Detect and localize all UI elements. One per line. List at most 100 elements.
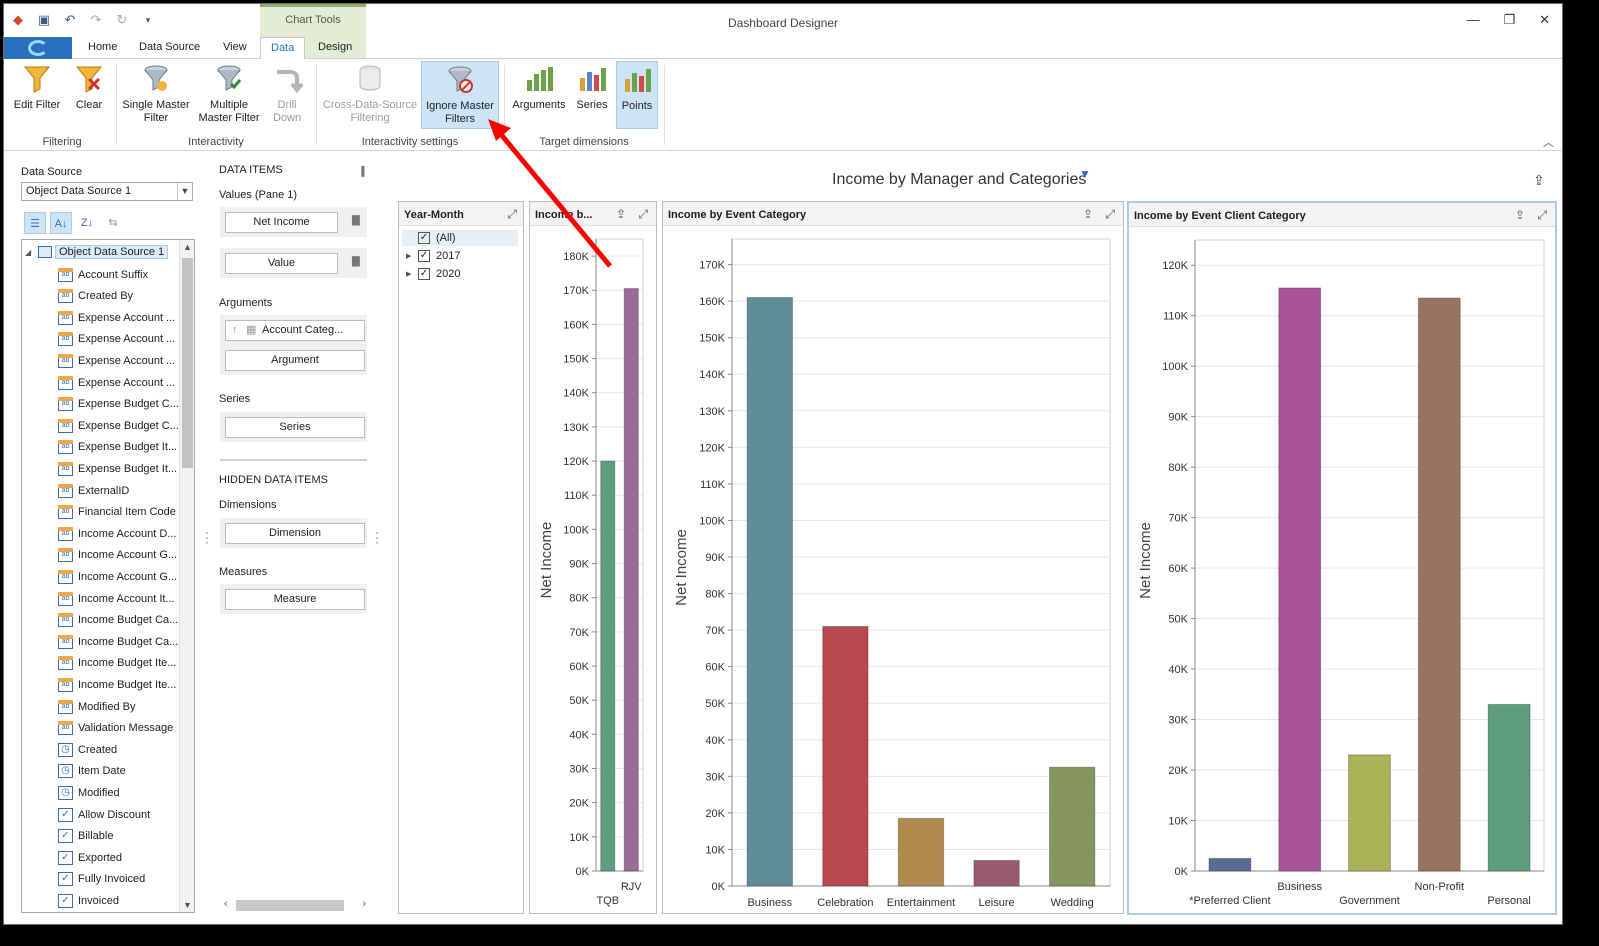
multiple-master-filter-button[interactable]: Multiple Master Filter bbox=[196, 61, 262, 129]
argument-placeholder[interactable]: Argument bbox=[225, 350, 365, 371]
scroll-left-icon[interactable]: ‹ bbox=[224, 898, 228, 910]
ignore-master-filters-button[interactable]: Ignore Master Filters bbox=[421, 61, 499, 129]
chevron-down-icon[interactable]: ▼ bbox=[177, 183, 192, 200]
cross-data-source-filtering-button[interactable]: Cross-Data-Source Filtering bbox=[322, 61, 418, 129]
checkbox-checked-icon[interactable]: ✓ bbox=[418, 232, 430, 244]
filter-item-2020[interactable]: ▶ ✓ 2020 bbox=[406, 266, 460, 282]
arguments-target-button[interactable]: Arguments bbox=[509, 61, 569, 129]
filter-item-all[interactable]: ✓ (All) bbox=[402, 230, 518, 246]
tree-field-item[interactable]: ab Income Budget Ite... bbox=[58, 653, 176, 674]
tree-field-item[interactable]: ab ExternalID bbox=[58, 480, 129, 501]
tree-field-item[interactable]: ab Account Suffix bbox=[58, 264, 148, 285]
tab-data-source[interactable]: Data Source bbox=[139, 41, 200, 53]
close-icon[interactable]: ✕ bbox=[1539, 12, 1550, 28]
clear-filter-button[interactable]: Clear bbox=[68, 61, 110, 129]
tree-field-item[interactable]: ab Expense Account ... bbox=[58, 372, 175, 393]
hscroll-thumb[interactable] bbox=[236, 900, 344, 911]
tree-field-item[interactable]: ab Income Account It... bbox=[58, 588, 175, 609]
net-income-measure[interactable]: Net Income bbox=[225, 212, 338, 233]
tree-field-item[interactable]: ab Expense Account ... bbox=[58, 329, 175, 350]
y-tick-label: 20K bbox=[705, 808, 725, 820]
tree-field-item[interactable]: ab Expense Account ... bbox=[58, 350, 175, 371]
value-placeholder[interactable]: Value bbox=[225, 253, 338, 274]
tree-field-item[interactable]: ab Validation Message bbox=[58, 718, 173, 739]
bar-series-icon[interactable]: ▇ bbox=[352, 215, 364, 229]
account-category-argument[interactable]: ↑ ▦ Account Categ... bbox=[225, 320, 365, 341]
tree-field-item[interactable]: ◷ Item Date bbox=[58, 761, 126, 782]
tree-field-item[interactable]: ab Expense Budget It... bbox=[58, 437, 177, 458]
string-field-icon: ab bbox=[58, 677, 73, 692]
maximize-item-icon[interactable]: ⤢ bbox=[507, 207, 517, 222]
tree-field-item[interactable]: ab Expense Budget It... bbox=[58, 458, 177, 479]
y-tick-label: 110K bbox=[564, 490, 590, 502]
edit-filter-button[interactable]: Edit Filter bbox=[10, 61, 64, 129]
scroll-up-icon[interactable]: ▲ bbox=[180, 242, 194, 252]
measure-placeholder-box: Measure bbox=[220, 584, 367, 614]
tree-field-item[interactable]: ab Income Budget Ca... bbox=[58, 631, 178, 652]
export-icon[interactable]: ⇪ bbox=[1533, 172, 1545, 189]
scroll-down-icon[interactable]: ▼ bbox=[180, 900, 194, 910]
chart-options-icon[interactable]: ▐ bbox=[358, 166, 364, 176]
data-source-combo[interactable]: Object Data Source 1 ▼ bbox=[21, 182, 193, 201]
single-master-filter-button[interactable]: Single Master Filter bbox=[120, 61, 192, 129]
tree-field-item[interactable]: ab Financial Item Code bbox=[58, 502, 176, 523]
sort-ascending-icon[interactable]: A↓ bbox=[50, 212, 72, 234]
tree-root[interactable]: ◢ Object Data Source 1 bbox=[25, 243, 169, 261]
filter-applied-icon[interactable]: ▼ bbox=[1079, 167, 1091, 181]
bar bbox=[600, 460, 616, 872]
tree-field-item[interactable]: ab Income Budget Ca... bbox=[58, 610, 178, 631]
tree-field-item[interactable]: ✓ Fully Invoiced bbox=[58, 869, 145, 890]
right-splitter-handle[interactable]: · · · bbox=[375, 526, 379, 548]
tree-root-label: Object Data Source 1 bbox=[55, 245, 169, 259]
tree-field-item[interactable]: ✓ Exported bbox=[58, 847, 122, 868]
tree-field-item[interactable]: ab Created By bbox=[58, 286, 133, 307]
tab-view[interactable]: View bbox=[223, 41, 247, 53]
series-placeholder[interactable]: Series bbox=[225, 417, 365, 438]
points-target-button[interactable]: Points bbox=[616, 61, 658, 129]
group-by-type-icon[interactable]: ☰ bbox=[24, 212, 46, 234]
sort-descending-icon[interactable]: Z↓ bbox=[76, 212, 98, 234]
file-menu-button[interactable] bbox=[4, 37, 72, 59]
tree-field-item[interactable]: ab Income Account G... bbox=[58, 566, 177, 587]
scroll-right-icon[interactable]: › bbox=[362, 898, 366, 910]
collapse-node-icon[interactable]: ◢ bbox=[25, 248, 35, 257]
tree-field-item[interactable]: ✓ Allow Discount bbox=[58, 804, 150, 825]
checkbox-checked-icon[interactable]: ✓ bbox=[418, 250, 430, 262]
tree-field-item[interactable]: ab Modified By bbox=[58, 696, 135, 717]
tab-design[interactable]: Design bbox=[318, 41, 352, 53]
scrollbar-thumb[interactable] bbox=[182, 258, 193, 468]
bar-series-icon[interactable]: ▇ bbox=[352, 256, 364, 270]
tree-scrollbar[interactable]: ▲ ▼ bbox=[179, 240, 194, 912]
tree-field-item[interactable]: ab Income Budget Ite... bbox=[58, 674, 176, 695]
expand-node-icon[interactable]: ▶ bbox=[406, 252, 411, 260]
tree-field-item[interactable]: ab Income Account D... bbox=[58, 523, 176, 544]
drill-down-button[interactable]: Drill Down bbox=[266, 61, 308, 129]
tab-home[interactable]: Home bbox=[88, 41, 117, 53]
income-by-event-category-chart: Income by Event Category ⇪ ⤢ 0K 10K 20K 30K… bbox=[662, 201, 1124, 914]
refresh-fields-icon[interactable]: ⇆ bbox=[102, 212, 124, 234]
tree-field-item[interactable]: ◷ Created bbox=[58, 739, 117, 760]
tree-field-item[interactable]: ab Income Account G... bbox=[58, 545, 177, 566]
measure-placeholder[interactable]: Measure bbox=[225, 589, 365, 610]
filter-item-2017[interactable]: ▶ ✓ 2017 bbox=[406, 248, 460, 264]
collapse-ribbon-icon[interactable]: ︿ bbox=[1543, 134, 1554, 150]
expand-node-icon[interactable]: ▶ bbox=[406, 270, 411, 278]
data-items-hscrollbar[interactable]: ‹ › bbox=[220, 897, 370, 914]
y-tick-label: 120K bbox=[1162, 260, 1188, 272]
left-splitter-handle[interactable]: · · · bbox=[205, 526, 209, 548]
string-field-icon: ab bbox=[58, 310, 73, 325]
series-target-button[interactable]: Series bbox=[572, 61, 612, 129]
tab-data[interactable]: Data bbox=[260, 37, 306, 60]
tree-field-item[interactable]: ✓ Billable bbox=[58, 826, 113, 847]
y-tick-label: 20K bbox=[569, 798, 589, 810]
tree-field-item[interactable]: ab Expense Budget C... bbox=[58, 415, 179, 436]
maximize-icon[interactable]: ❐ bbox=[1503, 12, 1515, 28]
tree-field-item[interactable]: ◷ Modified bbox=[58, 782, 120, 803]
tree-field-item[interactable]: ab Expense Account ... bbox=[58, 307, 175, 328]
minimize-icon[interactable]: — bbox=[1466, 12, 1479, 28]
dimension-placeholder[interactable]: Dimension bbox=[225, 523, 365, 544]
y-tick-label: 30K bbox=[569, 764, 589, 776]
tree-field-item[interactable]: ab Expense Budget C... bbox=[58, 394, 179, 415]
checkbox-checked-icon[interactable]: ✓ bbox=[418, 268, 430, 280]
tree-field-item[interactable]: ✓ Invoiced bbox=[58, 890, 119, 911]
